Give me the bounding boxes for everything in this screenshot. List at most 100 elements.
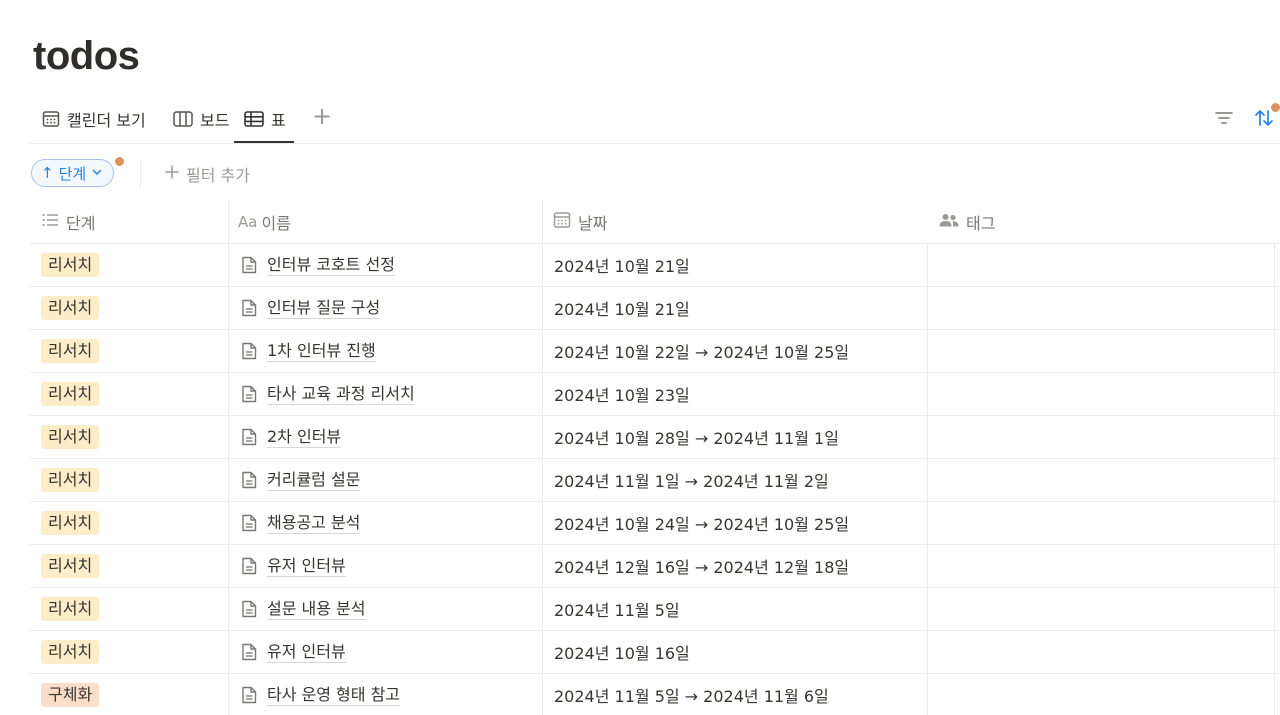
stage-cell[interactable]: 리서치	[30, 631, 228, 673]
page-name-link[interactable]: 2차 인터뷰	[267, 427, 342, 448]
tab-board[interactable]: 보드	[172, 96, 229, 142]
name-cell[interactable]: 인터뷰 질문 구성	[228, 287, 542, 329]
date-cell[interactable]: 2024년 10월 21일	[542, 287, 928, 329]
tags-cell[interactable]	[928, 545, 1274, 587]
date-cell[interactable]: 2024년 11월 5일 → 2024년 11월 6일	[542, 674, 928, 715]
tags-cell[interactable]	[928, 631, 1274, 673]
tags-cell[interactable]	[928, 330, 1274, 372]
filter-button[interactable]	[1212, 106, 1236, 130]
date-cell[interactable]: 2024년 10월 24일 → 2024년 10월 25일	[542, 502, 928, 544]
page-name-link[interactable]: 유저 인터뷰	[267, 642, 346, 663]
date-cell[interactable]: 2024년 10월 28일 → 2024년 11월 1일	[542, 416, 928, 458]
page-name-link[interactable]: 설문 내용 분석	[267, 599, 366, 620]
filter-icon	[1212, 112, 1236, 134]
tab-calendar[interactable]: 캘린더 보기	[41, 96, 146, 142]
table-row[interactable]: 구체화 타사 운영 형태 참고 2024년 11월 5일 → 2024년 11월 6…	[30, 674, 1280, 715]
date-cell[interactable]: 2024년 10월 22일 → 2024년 10월 25일	[542, 330, 928, 372]
name-cell[interactable]: 1차 인터뷰 진행	[228, 330, 542, 372]
date-value: 2024년 11월 5일	[554, 601, 680, 620]
stage-cell[interactable]: 리서치	[30, 287, 228, 329]
date-cell[interactable]: 2024년 10월 16일	[542, 631, 928, 673]
tab-label: 표	[271, 111, 286, 130]
name-cell[interactable]: 유저 인터뷰	[228, 631, 542, 673]
column-header-date[interactable]: 날짜	[542, 200, 928, 243]
page-name-link[interactable]: 인터뷰 질문 구성	[267, 298, 381, 319]
table-row[interactable]: 리서치 채용공고 분석 2024년 10월 24일 → 2024년 10월 25일	[30, 502, 1280, 545]
table-row[interactable]: 리서치 타사 교육 과정 리서치 2024년 10월 23일	[30, 373, 1280, 416]
stage-tag: 리서치	[41, 425, 100, 449]
column-label: 날짜	[578, 213, 608, 233]
column-header-stage[interactable]: 단계	[30, 200, 228, 243]
stage-tag: 리서치	[41, 597, 100, 621]
page-name-link[interactable]: 타사 교육 과정 리서치	[267, 384, 415, 405]
sort-active-indicator	[1271, 103, 1280, 112]
stage-cell[interactable]: 리서치	[30, 416, 228, 458]
stage-cell[interactable]: 리서치	[30, 244, 228, 286]
tags-cell[interactable]	[928, 287, 1274, 329]
table-row[interactable]: 리서치 2차 인터뷰 2024년 10월 28일 → 2024년 11월 1일	[30, 416, 1280, 459]
table-row[interactable]: 리서치 인터뷰 코호트 선정 2024년 10월 21일	[30, 244, 1280, 287]
stage-cell[interactable]: 리서치	[30, 545, 228, 587]
stage-tag: 리서치	[41, 468, 100, 492]
date-cell[interactable]: 2024년 10월 21일	[542, 244, 928, 286]
date-value: 2024년 12월 16일 → 2024년 12월 18일	[554, 558, 850, 577]
page-name-link[interactable]: 인터뷰 코호트 선정	[267, 255, 395, 276]
stage-tag: 리서치	[41, 253, 100, 277]
table-row[interactable]: 리서치 유저 인터뷰 2024년 10월 16일	[30, 631, 1280, 674]
name-cell[interactable]: 설문 내용 분석	[228, 588, 542, 630]
table-row[interactable]: 리서치 유저 인터뷰 2024년 12월 16일 → 2024년 12월 18일	[30, 545, 1280, 588]
date-value: 2024년 10월 16일	[554, 644, 690, 663]
tags-cell[interactable]	[928, 373, 1274, 415]
tab-table[interactable]: 표	[234, 96, 294, 143]
page-name-link[interactable]: 채용공고 분석	[267, 513, 361, 534]
name-cell[interactable]: 채용공고 분석	[228, 502, 542, 544]
add-filter-button[interactable]: 필터 추가	[164, 162, 250, 186]
date-cell[interactable]: 2024년 10월 23일	[542, 373, 928, 415]
column-divider	[542, 200, 543, 715]
sort-button[interactable]	[1252, 103, 1280, 130]
tags-cell[interactable]	[928, 416, 1274, 458]
add-view-button[interactable]: +	[312, 104, 332, 130]
tags-cell[interactable]	[928, 244, 1274, 286]
name-cell[interactable]: 2차 인터뷰	[228, 416, 542, 458]
page-name-link[interactable]: 1차 인터뷰 진행	[267, 341, 376, 362]
page-name-link[interactable]: 유저 인터뷰	[267, 556, 346, 577]
stage-cell[interactable]: 리서치	[30, 502, 228, 544]
table-icon	[243, 109, 265, 129]
tags-cell[interactable]	[928, 502, 1274, 544]
column-header-name[interactable]: Aa 이름	[228, 200, 542, 243]
date-cell[interactable]: 2024년 11월 1일 → 2024년 11월 2일	[542, 459, 928, 501]
date-value: 2024년 11월 1일 → 2024년 11월 2일	[554, 472, 829, 491]
column-divider	[927, 243, 928, 715]
stage-cell[interactable]: 리서치	[30, 459, 228, 501]
name-cell[interactable]: 타사 운영 형태 참고	[228, 674, 542, 715]
tags-cell[interactable]	[928, 459, 1274, 501]
plus-icon	[164, 164, 180, 184]
table-row[interactable]: 리서치 설문 내용 분석 2024년 11월 5일	[30, 588, 1280, 631]
filter-bar: ↑ 단계 필터 추가	[30, 157, 430, 191]
page-name-link[interactable]: 커리큘럼 설문	[267, 470, 361, 491]
sort-chip[interactable]: ↑ 단계	[31, 159, 115, 187]
table-row[interactable]: 리서치 커리큘럼 설문 2024년 11월 1일 → 2024년 11월 2일	[30, 459, 1280, 502]
column-label: 단계	[66, 213, 96, 233]
date-cell[interactable]: 2024년 11월 5일	[542, 588, 928, 630]
name-cell[interactable]: 인터뷰 코호트 선정	[228, 244, 542, 286]
name-cell[interactable]: 유저 인터뷰	[228, 545, 542, 587]
table-row[interactable]: 리서치 인터뷰 질문 구성 2024년 10월 21일	[30, 287, 1280, 330]
date-value: 2024년 11월 5일 → 2024년 11월 6일	[554, 687, 829, 706]
tags-cell[interactable]	[928, 674, 1274, 715]
page-icon	[240, 384, 258, 404]
column-header-tags[interactable]: 태그	[928, 200, 1274, 243]
stage-tag: 리서치	[41, 339, 100, 363]
stage-cell[interactable]: 리서치	[30, 373, 228, 415]
page-name-link[interactable]: 타사 운영 형태 참고	[267, 685, 401, 706]
name-cell[interactable]: 타사 교육 과정 리서치	[228, 373, 542, 415]
stage-cell[interactable]: 리서치	[30, 588, 228, 630]
stage-cell[interactable]: 구체화	[30, 674, 228, 715]
calendar-icon	[41, 109, 61, 129]
date-cell[interactable]: 2024년 12월 16일 → 2024년 12월 18일	[542, 545, 928, 587]
tags-cell[interactable]	[928, 588, 1274, 630]
table-row[interactable]: 리서치 1차 인터뷰 진행 2024년 10월 22일 → 2024년 10월 25…	[30, 330, 1280, 373]
name-cell[interactable]: 커리큘럼 설문	[228, 459, 542, 501]
stage-cell[interactable]: 리서치	[30, 330, 228, 372]
